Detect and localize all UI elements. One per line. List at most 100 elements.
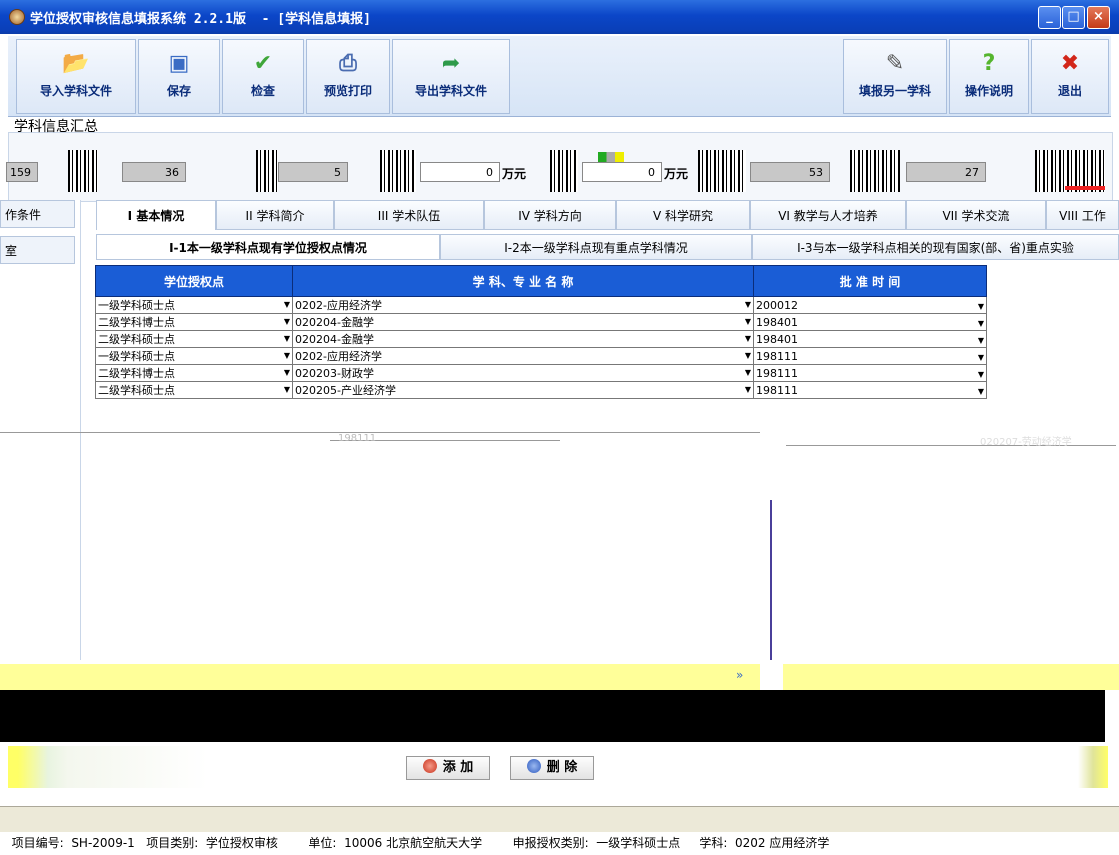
subtab-key-labs[interactable]: I-3与本一级学科点相关的现有国家(部、省)重点实验 [752, 234, 1119, 260]
help-label: 操作说明 [964, 84, 1013, 98]
add-button[interactable]: 添 加 [406, 756, 490, 780]
app-icon [9, 9, 25, 25]
subject-select[interactable]: 020204-金融学 ▼ [292, 313, 754, 331]
column-header: 学位授权点 [95, 265, 293, 297]
dropdown-arrow-icon[interactable]: ▼ [745, 368, 751, 377]
save-label: 保存 [166, 84, 191, 98]
dropdown-arrow-icon[interactable]: ▼ [978, 319, 984, 328]
table-row: 一级学科硕士点 ▼ 0202-应用经济学 ▼ 200012 ▼ [95, 296, 987, 314]
table-row: 二级学科博士点 ▼ 020204-金融学 ▼ 198401 ▼ [95, 313, 987, 331]
dropdown-arrow-icon[interactable]: ▼ [284, 317, 290, 326]
glitch-artifact [1065, 186, 1105, 190]
fill-other-label: 填报另一学科 [858, 84, 931, 98]
status-bar: 项目编号: SH-2009-1 项目类别: 学位授权审核 单位: 10006 北… [0, 806, 1119, 850]
summary-value-6[interactable]: 53 [750, 162, 830, 182]
tab-subject-direction[interactable]: IV 学科方向 [484, 200, 616, 230]
tab-research[interactable]: V 科学研究 [616, 200, 750, 230]
tab-work[interactable]: VIII 工作 [1046, 200, 1119, 230]
check-button[interactable]: ✔ 检查 [222, 39, 304, 114]
dropdown-arrow-icon[interactable]: ▼ [284, 334, 290, 343]
dropdown-arrow-icon[interactable]: ▼ [978, 387, 984, 396]
exit-button[interactable]: ✖ 退出 [1031, 39, 1109, 114]
summary-value-5[interactable]: 0 [582, 162, 662, 182]
folder-icon: 📂 [62, 51, 90, 76]
dropdown-arrow-icon[interactable]: ▼ [978, 353, 984, 362]
dropdown-arrow-icon[interactable]: ▼ [284, 351, 290, 360]
subject-select[interactable]: 020205-产业经济学 ▼ [292, 381, 754, 399]
degree-point-select[interactable]: 二级学科硕士点 ▼ [95, 381, 293, 399]
subject-select[interactable]: 020203-财政学 ▼ [292, 364, 754, 382]
delete-icon [526, 759, 541, 773]
help-button[interactable]: ? 操作说明 [949, 39, 1029, 114]
glitch-artifact [0, 690, 1105, 742]
export-subject-file-button[interactable]: ➦ 导出学科文件 [392, 39, 510, 114]
approval-time-select[interactable]: 198111 ▼ [753, 364, 987, 382]
glitch-artifact [68, 150, 98, 192]
import-subject-file-button[interactable]: 📂 导入学科文件 [16, 39, 136, 114]
dropdown-arrow-icon[interactable]: ▼ [284, 300, 290, 309]
glitch-artifact [598, 152, 624, 162]
summary-value-7[interactable]: 27 [906, 162, 986, 182]
delete-button[interactable]: 删 除 [510, 756, 594, 780]
subject-select[interactable]: 0202-应用经济学 ▼ [292, 296, 754, 314]
dropdown-arrow-icon[interactable]: ▼ [745, 300, 751, 309]
summary-value-4[interactable]: 0 [420, 162, 500, 182]
tab-basic-info[interactable]: I 基本情况 [96, 200, 216, 230]
maximize-button[interactable]: □ [1062, 6, 1085, 29]
left-item-lab[interactable]: 室 [0, 236, 75, 264]
summary-unit-1: 万元 [502, 167, 527, 181]
tab-exchange[interactable]: VII 学术交流 [906, 200, 1046, 230]
add-icon [422, 759, 437, 773]
tab-academic-team[interactable]: III 学术队伍 [334, 200, 484, 230]
fill-another-subject-button[interactable]: ✎ 填报另一学科 [843, 39, 947, 114]
minimize-button[interactable]: _ [1038, 6, 1061, 29]
preview-print-button[interactable]: ⎙ 预览打印 [306, 39, 390, 114]
degree-point-select[interactable]: 二级学科博士点 ▼ [95, 364, 293, 382]
window-title: 学位授权审核信息填报系统 2.2.1版 - [学科信息填报] [30, 12, 371, 27]
dropdown-arrow-icon[interactable]: ▼ [745, 351, 751, 360]
glitch-artifact [770, 500, 772, 660]
exit-label: 退出 [1057, 84, 1082, 98]
approval-time-select[interactable]: 198401 ▼ [753, 330, 987, 348]
dropdown-arrow-icon[interactable]: ▼ [978, 302, 984, 311]
x-icon: ✖ [1060, 51, 1080, 76]
degree-point-select[interactable]: 二级学科博士点 ▼ [95, 313, 293, 331]
approval-time-select[interactable]: 198111 ▼ [753, 347, 987, 365]
chevron-down-icon[interactable]: » [736, 668, 743, 682]
degree-point-select[interactable]: 二级学科硕士点 ▼ [95, 330, 293, 348]
add-label: 添 加 [442, 760, 474, 775]
save-button[interactable]: ▣ 保存 [138, 39, 220, 114]
dropdown-arrow-icon[interactable]: ▼ [745, 317, 751, 326]
dropdown-arrow-icon[interactable]: ▼ [284, 368, 290, 377]
subtab-key-disciplines[interactable]: I-2本一级学科点现有重点学科情况 [440, 234, 752, 260]
degree-point-select[interactable]: 一级学科硕士点 ▼ [95, 296, 293, 314]
pencil-icon: ✎ [885, 51, 905, 76]
table-row: 二级学科硕士点 ▼ 020204-金融学 ▼ 198401 ▼ [95, 330, 987, 348]
tab-teaching[interactable]: VI 教学与人才培养 [750, 200, 906, 230]
dropdown-arrow-icon[interactable]: ▼ [745, 385, 751, 394]
glitch-artifact [698, 150, 746, 192]
close-window-button[interactable]: × [1087, 6, 1110, 29]
import-label: 导入学科文件 [39, 84, 112, 98]
summary-value-1[interactable]: 159 [6, 162, 38, 182]
dropdown-arrow-icon[interactable]: ▼ [745, 334, 751, 343]
tab-subject-intro[interactable]: II 学科简介 [216, 200, 334, 230]
dropdown-arrow-icon[interactable]: ▼ [978, 370, 984, 379]
subject-select[interactable]: 020204-金融学 ▼ [292, 330, 754, 348]
dropdown-arrow-icon[interactable]: ▼ [978, 336, 984, 345]
approval-time-select[interactable]: 198111 ▼ [753, 381, 987, 399]
subtab-degree-points[interactable]: I-1本一级学科点现有学位授权点情况 [96, 234, 440, 260]
subject-select[interactable]: 0202-应用经济学 ▼ [292, 347, 754, 365]
summary-value-3[interactable]: 5 [278, 162, 348, 182]
printer-icon: ⎙ [339, 51, 357, 76]
export-folder-icon: ➦ [441, 51, 461, 76]
approval-time-select[interactable]: 200012 ▼ [753, 296, 987, 314]
summary-value-2[interactable]: 36 [122, 162, 186, 182]
floppy-disk-icon: ▣ [168, 51, 190, 76]
left-item-conditions[interactable]: 作条件 [0, 200, 75, 228]
degree-point-select[interactable]: 一级学科硕士点 ▼ [95, 347, 293, 365]
summary-label: 学科信息汇总 [14, 119, 98, 135]
approval-time-select[interactable]: 198401 ▼ [753, 313, 987, 331]
export-label: 导出学科文件 [414, 84, 487, 98]
dropdown-arrow-icon[interactable]: ▼ [284, 385, 290, 394]
